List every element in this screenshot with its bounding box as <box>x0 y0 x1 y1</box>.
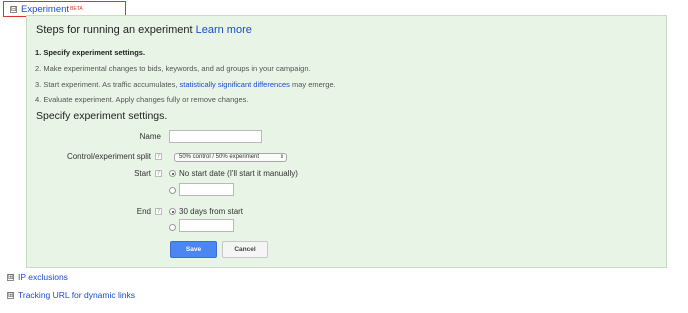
steps-heading: Steps for running an experiment Learn mo… <box>36 24 252 36</box>
statistical-significance-link[interactable]: statistically significant differences <box>180 80 290 89</box>
start-no-date-radio[interactable] <box>169 170 176 177</box>
expand-icon[interactable]: ⊞ <box>7 273 14 281</box>
experiment-panel: Steps for running an experiment Learn mo… <box>26 15 667 268</box>
end-date-radio[interactable] <box>169 224 176 231</box>
step-3-text-start: 3. Start experiment. As traffic accumula… <box>35 80 178 89</box>
name-label: Name <box>139 132 161 141</box>
save-button[interactable]: Save <box>170 241 217 258</box>
select-arrows-icon: ⇕ <box>279 154 284 160</box>
learn-more-link[interactable]: Learn more <box>196 24 252 36</box>
split-selected-value: 50% control / 50% experiment <box>179 154 260 160</box>
split-select[interactable]: 50% control / 50% experiment ⇕ <box>174 153 287 162</box>
end-label: End <box>136 207 151 216</box>
start-no-date-label: No start date (I'll start it manually) <box>179 169 298 178</box>
step-4: 4. Evaluate experiment. Apply changes fu… <box>35 95 249 104</box>
steps-title: Steps for running an experiment <box>36 24 193 36</box>
end-30-days-label: 30 days from start <box>179 207 244 216</box>
end-30-days-radio[interactable] <box>169 208 176 215</box>
end-help-icon[interactable]: ? <box>155 208 162 215</box>
end-date-input[interactable] <box>179 219 234 232</box>
ip-exclusions-link[interactable]: IP exclusions <box>18 272 68 282</box>
expand-icon[interactable]: ⊞ <box>7 291 14 299</box>
name-input[interactable] <box>169 130 262 143</box>
experiment-link[interactable]: Experiment <box>21 4 69 15</box>
start-label: Start <box>134 169 151 178</box>
collapse-icon[interactable]: ⊟ <box>10 5 17 13</box>
step-3: 3. Start experiment. As traffic accumula… <box>35 80 336 89</box>
cancel-button[interactable]: Cancel <box>222 241 268 258</box>
ip-exclusions-row[interactable]: ⊞ IP exclusions <box>7 272 68 282</box>
settings-heading: Specify experiment settings. <box>36 110 168 122</box>
step-3-text-end: may emerge. <box>291 80 336 89</box>
beta-badge: BETA <box>70 6 83 12</box>
start-date-radio[interactable] <box>169 187 176 194</box>
tracking-url-row[interactable]: ⊞ Tracking URL for dynamic links <box>7 290 135 300</box>
split-label: Control/experiment split <box>66 152 151 161</box>
tracking-url-link[interactable]: Tracking URL for dynamic links <box>18 290 135 300</box>
step-1: 1. Specify experiment settings. <box>35 48 146 57</box>
step-2: 2. Make experimental changes to bids, ke… <box>35 64 311 73</box>
split-help-icon[interactable]: ? <box>155 153 162 160</box>
start-help-icon[interactable]: ? <box>155 170 162 177</box>
start-date-input[interactable] <box>179 183 234 196</box>
